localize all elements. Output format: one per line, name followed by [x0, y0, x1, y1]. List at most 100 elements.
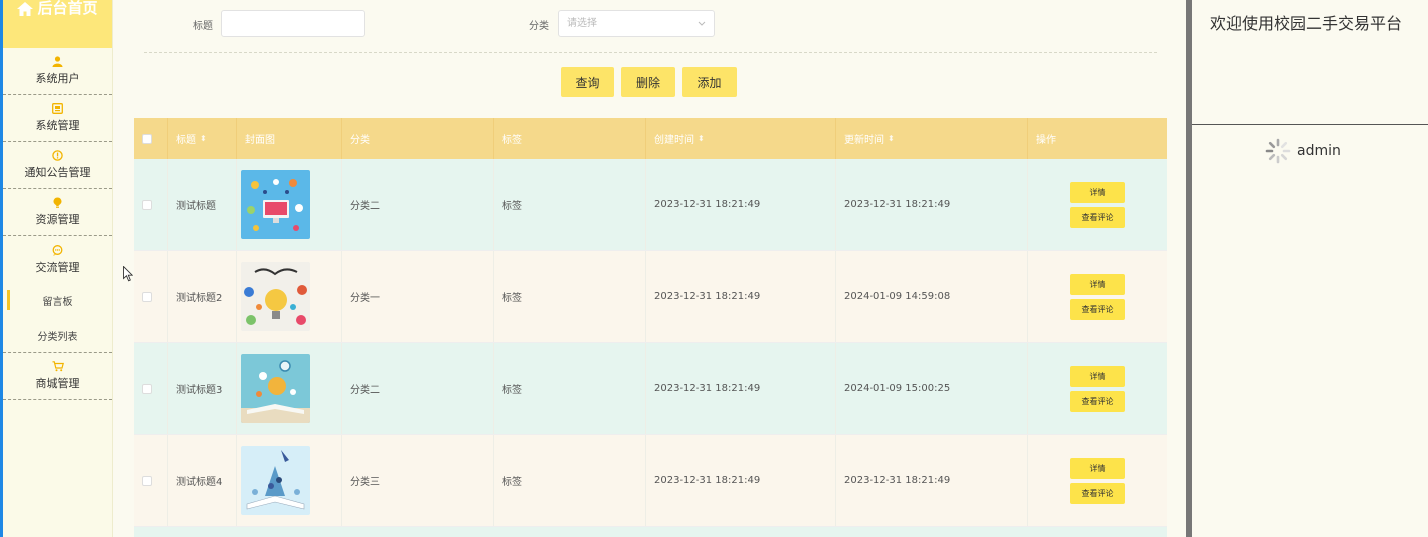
- sidebar: 后台首页 系统用户 系统管理 通知公告管理 资源管理 交流管理 留言板 分类列表: [3, 0, 113, 537]
- resource-icon: [52, 197, 63, 209]
- sidebar-item-label: 资源管理: [35, 213, 80, 226]
- sidebar-item-shop-management[interactable]: 商城管理: [3, 353, 112, 400]
- header-title[interactable]: 标题 ⬍: [168, 118, 237, 159]
- avatar-loading-icon: [1265, 138, 1291, 164]
- row-created: 2023-12-31 18:21:49: [646, 343, 836, 434]
- detail-button[interactable]: 详情: [1070, 273, 1125, 295]
- right-panel: 欢迎使用校园二手交易平台 admin: [1192, 0, 1428, 537]
- home-icon: [17, 2, 34, 16]
- row-category: 分类二: [342, 159, 494, 250]
- row-tag: 标签: [494, 159, 646, 250]
- category-filter-label: 分类: [529, 21, 549, 32]
- cover-image[interactable]: [241, 354, 310, 423]
- row-updated: 2023-12-31 18:21:49: [836, 435, 1028, 526]
- detail-button[interactable]: 详情: [1070, 457, 1125, 479]
- category-select-placeholder: 请选择: [567, 18, 597, 29]
- cover-image[interactable]: [241, 446, 310, 515]
- header-title-label: 标题: [176, 135, 196, 146]
- select-all-checkbox[interactable]: [142, 133, 152, 144]
- table-header: 标题 ⬍ 封面图 分类 标签 创建时间 ⬍ 更新时间 ⬍ 操作: [134, 118, 1167, 159]
- row-ops-cell: 详情 查看评论: [1028, 159, 1167, 250]
- row-cover-cell: [237, 159, 342, 250]
- table-row-partial: [134, 527, 1167, 537]
- row-title: 测试标题4: [168, 435, 237, 526]
- user-icon: [52, 56, 63, 68]
- row-created: 2023-12-31 18:21:49: [646, 435, 836, 526]
- row-checkbox[interactable]: [142, 291, 152, 302]
- row-category: 分类二: [342, 343, 494, 434]
- data-table: 标题 ⬍ 封面图 分类 标签 创建时间 ⬍ 更新时间 ⬍ 操作 测试标题 分类二…: [134, 118, 1167, 537]
- table-row: 测试标题3 分类二 标签 2023-12-31 18:21:49 2024-01…: [134, 343, 1167, 435]
- user-info[interactable]: admin: [1265, 138, 1341, 164]
- header-select-all-cell: [134, 118, 168, 159]
- row-ops-cell: 详情 查看评论: [1028, 343, 1167, 434]
- view-comments-button[interactable]: 查看评论: [1070, 482, 1125, 504]
- cover-image[interactable]: [241, 262, 310, 331]
- right-panel-divider: [1192, 124, 1428, 125]
- view-comments-button[interactable]: 查看评论: [1070, 298, 1125, 320]
- sidebar-subitem-message-board[interactable]: 留言板: [3, 283, 112, 318]
- toolbar: 查询 删除 添加: [561, 67, 737, 97]
- sidebar-item-label: 系统管理: [35, 119, 80, 132]
- sort-icon[interactable]: ⬍: [698, 134, 705, 143]
- view-comments-button[interactable]: 查看评论: [1070, 390, 1125, 412]
- row-checkbox[interactable]: [142, 475, 152, 486]
- sidebar-subitem-label: 留言板: [42, 297, 73, 308]
- row-tag: 标签: [494, 251, 646, 342]
- username: admin: [1297, 143, 1341, 159]
- add-button[interactable]: 添加: [682, 67, 737, 97]
- header-tag-label: 标签: [502, 135, 522, 146]
- header-ops-label: 操作: [1036, 135, 1056, 146]
- row-category: 分类一: [342, 251, 494, 342]
- row-checkbox[interactable]: [142, 199, 152, 210]
- row-title: 测试标题3: [168, 343, 237, 434]
- header-tag: 标签: [494, 118, 646, 159]
- view-comments-button[interactable]: 查看评论: [1070, 206, 1125, 228]
- notice-icon: [52, 150, 63, 162]
- row-created: 2023-12-31 18:21:49: [646, 251, 836, 342]
- main-content: 标题 分类 请选择 查询 删除 添加 标题 ⬍ 封面图 分类 标签 创建时间 ⬍ 更…: [114, 0, 1186, 537]
- cover-image[interactable]: [241, 170, 310, 239]
- sort-icon[interactable]: ⬍: [888, 134, 895, 143]
- sidebar-item-notice-management[interactable]: 通知公告管理: [3, 142, 112, 189]
- delete-button[interactable]: 删除: [621, 67, 675, 97]
- category-filter-select[interactable]: 请选择: [558, 10, 715, 37]
- query-button[interactable]: 查询: [561, 67, 614, 97]
- title-filter-input[interactable]: [221, 10, 365, 37]
- welcome-text: 欢迎使用校园二手交易平台: [1210, 14, 1403, 33]
- row-checkbox[interactable]: [142, 383, 152, 394]
- chat-icon: [52, 244, 63, 257]
- header-updated-label: 更新时间: [844, 135, 884, 146]
- sidebar-item-label: 交流管理: [35, 260, 80, 274]
- table-row: 测试标题2 分类一 标签 2023-12-31 18:21:49 2024-01…: [134, 251, 1167, 343]
- filter-bar: 标题 分类 请选择: [114, 10, 1186, 38]
- sidebar-subitem-label: 分类列表: [37, 331, 78, 343]
- detail-button[interactable]: 详情: [1070, 365, 1125, 387]
- sidebar-item-exchange-management[interactable]: 交流管理: [3, 236, 112, 283]
- sidebar-subitem-category-list[interactable]: 分类列表: [3, 318, 112, 353]
- detail-button[interactable]: 详情: [1070, 181, 1125, 203]
- sidebar-item-resource-management[interactable]: 资源管理: [3, 189, 112, 236]
- row-ops-cell: 详情 查看评论: [1028, 251, 1167, 342]
- sort-icon[interactable]: ⬍: [200, 134, 207, 143]
- sidebar-item-system-management[interactable]: 系统管理: [3, 95, 112, 142]
- table-row: 测试标题4 分类三 标签 2023-12-31 18:21:49 2023-12…: [134, 435, 1167, 527]
- table-row: 测试标题 分类二 标签 2023-12-31 18:21:49 2023-12-…: [134, 159, 1167, 251]
- row-tag: 标签: [494, 435, 646, 526]
- row-created: 2023-12-31 18:21:49: [646, 159, 836, 250]
- row-updated: 2023-12-31 18:21:49: [836, 159, 1028, 250]
- header-created[interactable]: 创建时间 ⬍: [646, 118, 836, 159]
- row-cover-cell: [237, 343, 342, 434]
- chevron-down-icon: [698, 11, 706, 46]
- row-select-cell: [134, 159, 168, 250]
- header-updated[interactable]: 更新时间 ⬍: [836, 118, 1028, 159]
- sidebar-brand[interactable]: 后台首页: [3, 0, 112, 48]
- row-title: 测试标题: [168, 159, 237, 250]
- header-created-label: 创建时间: [654, 135, 694, 146]
- sidebar-item-system-users[interactable]: 系统用户: [3, 48, 112, 95]
- header-category: 分类: [342, 118, 494, 159]
- row-select-cell: [134, 343, 168, 434]
- sidebar-item-label: 商城管理: [35, 377, 80, 390]
- filter-divider: [144, 52, 1157, 53]
- header-cover-label: 封面图: [245, 135, 275, 146]
